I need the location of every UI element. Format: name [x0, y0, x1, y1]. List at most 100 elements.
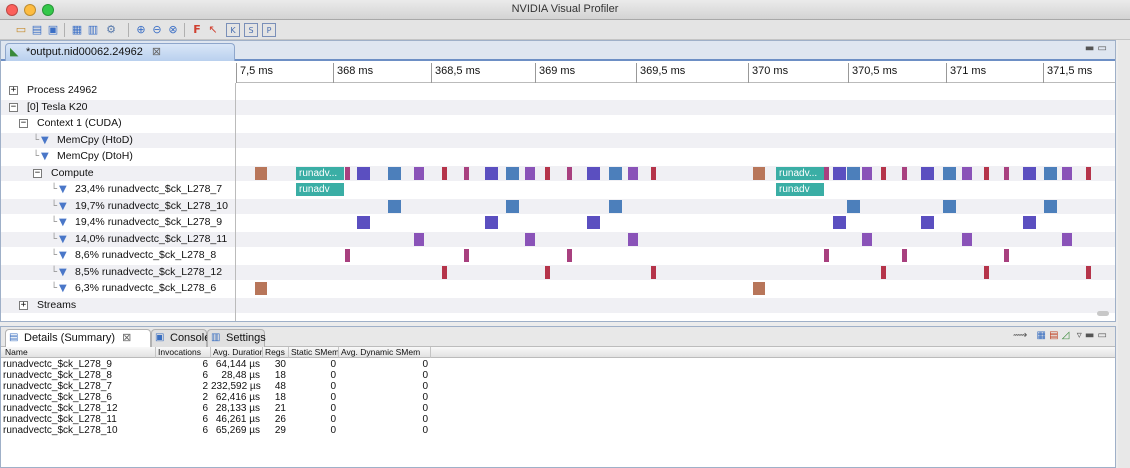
table-row[interactable]: runadvectc_$ck_L278_7 2 232,592 µs 48 0 0	[1, 381, 1115, 392]
kernel-block[interactable]	[485, 216, 498, 229]
column-header[interactable]: Name	[3, 347, 156, 358]
timeline-row[interactable]: + Process 24962	[1, 83, 1115, 98]
table-row[interactable]: runadvectc_$ck_L278_8 6 28,48 µs 18 0 0	[1, 370, 1115, 381]
kernel-block[interactable]	[525, 232, 535, 246]
kernel-block[interactable]	[753, 166, 765, 180]
collapse-icon[interactable]: −	[33, 168, 42, 178]
kernel-block[interactable]	[881, 265, 886, 279]
timeline-row[interactable]: └ ▼ MemCpy (DtoH)	[1, 149, 1115, 164]
editor-tab-output[interactable]: ◣ *output.nid00062.24962 ⊠	[5, 43, 235, 61]
kernel-block-label[interactable]: runadv	[296, 183, 344, 196]
expand-icon[interactable]: +	[9, 86, 18, 95]
kernel-block[interactable]	[902, 249, 907, 262]
kernel-block[interactable]	[255, 282, 267, 295]
timeline-row[interactable]: └ ▼ 8,6% runadvectc_$ck_L278_8	[1, 248, 1115, 263]
kernel-block[interactable]	[984, 166, 989, 180]
timeline-row[interactable]: └ ▼ 6,3% runadvectc_$ck_L278_6	[1, 281, 1115, 296]
maximize-icon[interactable]: ▭	[1098, 330, 1107, 341]
kernel-block[interactable]	[902, 166, 907, 180]
kernel-block[interactable]	[921, 216, 934, 229]
kernel-block[interactable]	[847, 199, 860, 213]
column-header[interactable]: Avg. Dynamic SMem	[339, 347, 431, 358]
kernel-block[interactable]	[753, 282, 765, 295]
view-menu-icon[interactable]: ▿	[1077, 330, 1082, 341]
kernel-block[interactable]	[962, 166, 972, 180]
kernel-block[interactable]	[651, 166, 656, 180]
kernel-block[interactable]	[984, 265, 989, 279]
kernel-block[interactable]	[567, 249, 572, 262]
chart-icon[interactable]: ◿	[1062, 330, 1070, 341]
kernel-block[interactable]	[609, 199, 622, 213]
table-row[interactable]: runadvectc_$ck_L278_12 6 28,133 µs 21 0 0	[1, 403, 1115, 414]
kernel-block[interactable]	[506, 199, 519, 213]
kernel-block[interactable]	[609, 166, 622, 180]
kernel-block[interactable]	[587, 216, 600, 229]
kernel-block[interactable]	[345, 166, 350, 180]
kernel-block[interactable]	[1004, 249, 1009, 262]
open-icon[interactable]: ▤	[30, 23, 44, 37]
kernel-block[interactable]	[545, 265, 550, 279]
tab-settings[interactable]: ▥ Settings	[207, 329, 266, 347]
filter-icon[interactable]: ▥	[86, 23, 100, 37]
kernel-block[interactable]	[1023, 166, 1036, 180]
kernel-block[interactable]	[357, 216, 370, 229]
kernel-block[interactable]	[255, 166, 267, 180]
timeline-row[interactable]: └ ▼ MemCpy (HtoD)	[1, 132, 1115, 148]
timeline-icon[interactable]: ▦	[70, 23, 84, 37]
kernel-block[interactable]	[881, 166, 886, 180]
kernel-block[interactable]	[414, 166, 424, 180]
timeline-row[interactable]: └ ▼ 14,0% runadvectc_$ck_L278_11	[1, 231, 1115, 247]
kernel-block[interactable]	[824, 166, 829, 180]
column-header[interactable]: Regs	[263, 347, 289, 358]
kernel-block[interactable]	[525, 166, 535, 180]
timeline-row[interactable]: + Streams	[1, 297, 1115, 313]
kernel-block[interactable]	[506, 166, 519, 180]
timeline-row[interactable]: └ ▼ 23,4% runadvectc_$ck_L278_7	[1, 182, 1115, 197]
timeline-row[interactable]: └ ▼ 8,5% runadvectc_$ck_L278_12	[1, 264, 1115, 280]
kernel-block[interactable]	[464, 249, 469, 262]
kernel-block[interactable]	[442, 265, 447, 279]
kernel-block[interactable]	[545, 166, 550, 180]
kernel-block[interactable]	[628, 232, 638, 246]
collapse-icon[interactable]: −	[19, 119, 28, 128]
kernel-block[interactable]	[1086, 166, 1091, 180]
kernel-block-label[interactable]: runadv...	[776, 166, 824, 180]
kernel-block-label[interactable]: runadv	[776, 183, 824, 196]
table-row[interactable]: runadvectc_$ck_L278_11 6 46,261 µs 26 0 0	[1, 414, 1115, 425]
link-icon[interactable]: ⟿	[1013, 330, 1027, 341]
kernel-block[interactable]	[357, 166, 370, 180]
tree-timeline-divider[interactable]	[235, 83, 236, 321]
table-row[interactable]: runadvectc_$ck_L278_9 6 64,144 µs 30 0 0	[1, 359, 1115, 370]
cursor-icon[interactable]: ↖	[206, 23, 220, 37]
timeline-row[interactable]: − [0] Tesla K20	[1, 99, 1115, 115]
layout-icon[interactable]: ▦	[1037, 330, 1046, 341]
kernel-block[interactable]	[587, 166, 600, 180]
kernel-block[interactable]	[1086, 265, 1091, 279]
column-header[interactable]: Static SMem	[289, 347, 339, 358]
tab-console[interactable]: ▣ Console	[151, 329, 210, 347]
kernel-block[interactable]	[1023, 216, 1036, 229]
export-icon[interactable]: ▤	[1049, 330, 1058, 341]
kernel-block[interactable]	[1062, 166, 1072, 180]
tab-close-icon[interactable]: ⊠	[152, 46, 161, 58]
kernel-block[interactable]	[345, 249, 350, 262]
zoom-fit-icon[interactable]: ⊗	[166, 23, 180, 37]
timeline-row[interactable]: └ ▼ 19,4% runadvectc_$ck_L278_9	[1, 215, 1115, 230]
kernel-block[interactable]	[847, 166, 860, 180]
kernel-block[interactable]	[921, 166, 934, 180]
k-icon[interactable]: K	[226, 23, 240, 37]
minimize-icon[interactable]: ▬	[1085, 43, 1094, 54]
kernel-block[interactable]	[962, 232, 972, 246]
zoom-out-icon[interactable]: ⊖	[150, 23, 164, 37]
tab-details-summary[interactable]: ▤ Details (Summary) ⊠	[5, 329, 151, 347]
new-session-icon[interactable]: ▭	[14, 23, 28, 37]
kernel-block[interactable]	[833, 216, 846, 229]
table-row[interactable]: runadvectc_$ck_L278_10 6 65,269 µs 29 0 0	[1, 425, 1115, 436]
collapse-icon[interactable]: −	[9, 102, 18, 112]
kernel-block[interactable]	[1044, 199, 1057, 213]
kernel-block[interactable]	[833, 166, 846, 180]
s-icon[interactable]: S	[244, 23, 258, 37]
kernel-block[interactable]	[862, 166, 872, 180]
table-row[interactable]: runadvectc_$ck_L278_6 2 62,416 µs 18 0 0	[1, 392, 1115, 403]
p-icon[interactable]: P	[262, 23, 276, 37]
